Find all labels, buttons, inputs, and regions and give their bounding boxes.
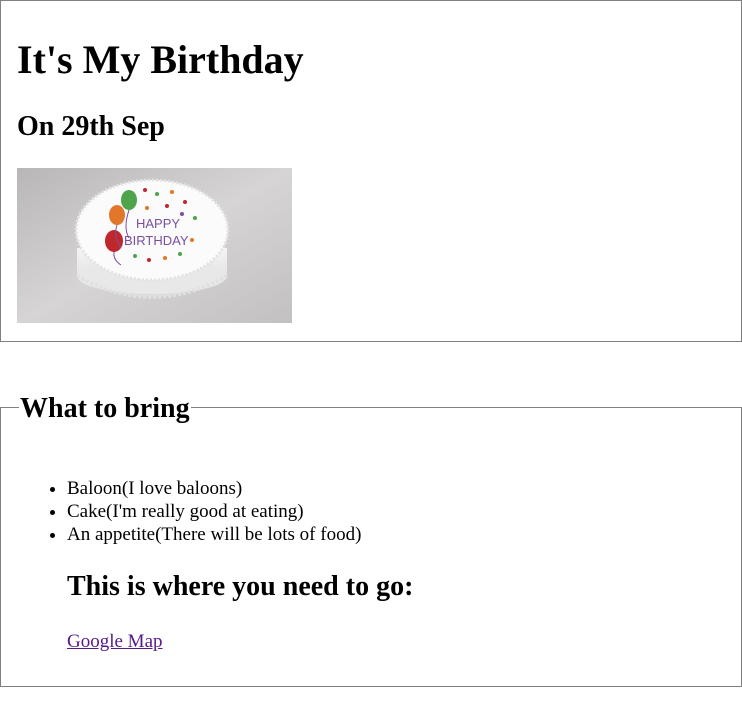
cake-text-birthday: BIRTHDAY [124, 233, 189, 248]
google-map-link[interactable]: Google Map [67, 630, 163, 653]
birthday-cake-image: HAPPY BIRTHDAY [17, 168, 292, 323]
list-item: An appetite(There will be lots of food) [67, 523, 361, 546]
bring-list: Baloon(I love baloons) Cake(I'm really g… [27, 477, 361, 546]
directions-heading: This is where you need to go: [67, 571, 414, 602]
list-item: Baloon(I love baloons) [67, 477, 361, 500]
cake-text-happy: HAPPY [136, 216, 180, 231]
date-heading: On 29th Sep [17, 111, 165, 142]
page-title: It's My Birthday [17, 37, 304, 82]
what-to-bring-legend: What to bring [19, 392, 191, 426]
list-item: Cake(I'm really good at eating) [67, 500, 361, 523]
